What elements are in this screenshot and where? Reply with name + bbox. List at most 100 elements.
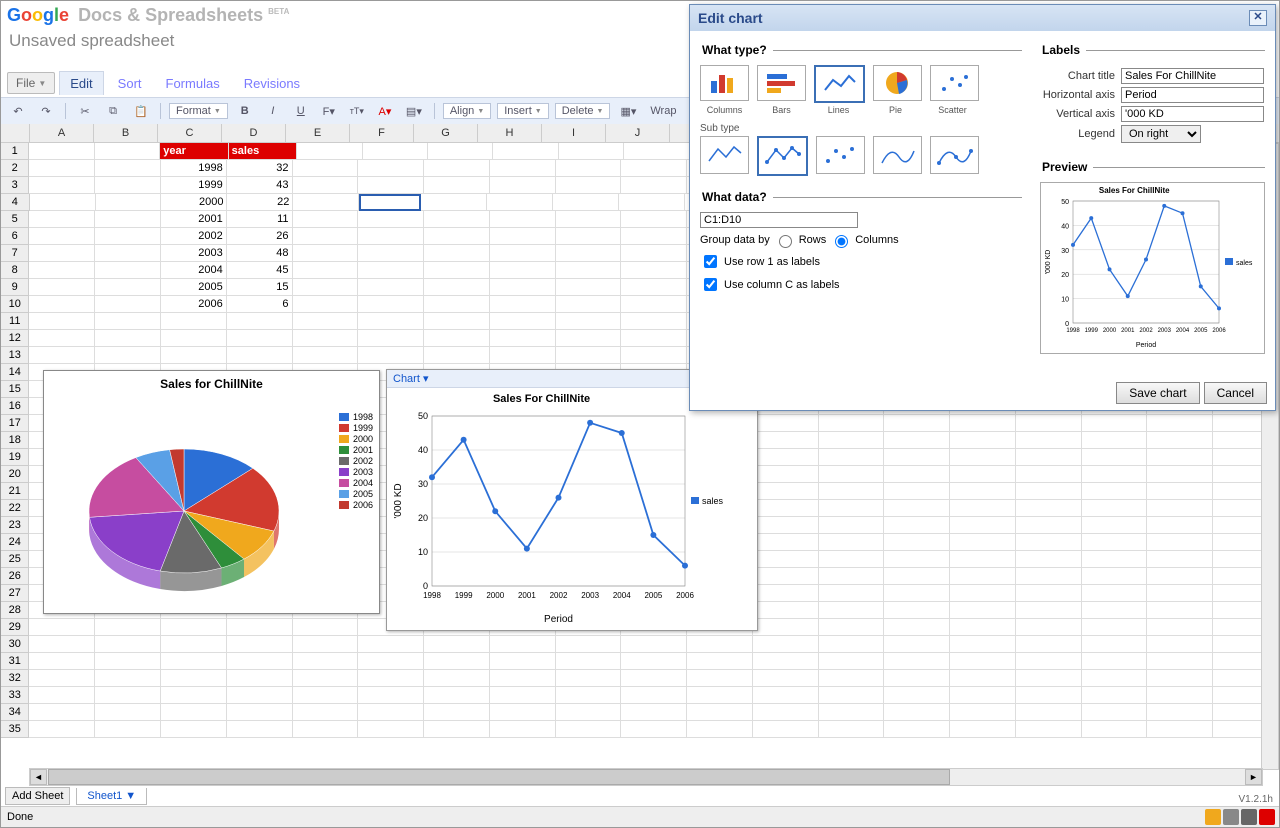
cell[interactable] — [621, 296, 687, 313]
cell[interactable] — [687, 670, 753, 687]
cell[interactable] — [1016, 517, 1082, 534]
cell[interactable] — [556, 296, 622, 313]
cell[interactable] — [884, 619, 950, 636]
cell[interactable] — [227, 653, 293, 670]
cell[interactable]: 1998 — [161, 160, 227, 177]
cell[interactable] — [950, 449, 1016, 466]
scroll-left-icon[interactable]: ◄ — [30, 769, 47, 785]
row-header[interactable]: 27 — [1, 585, 29, 602]
cell[interactable] — [161, 721, 227, 738]
cell[interactable] — [421, 194, 487, 211]
cell[interactable] — [293, 296, 359, 313]
col-header[interactable]: G — [414, 124, 478, 142]
cell[interactable] — [753, 653, 819, 670]
cell[interactable] — [293, 619, 359, 636]
cell[interactable] — [1082, 432, 1148, 449]
cell[interactable] — [1016, 483, 1082, 500]
cell[interactable] — [1016, 704, 1082, 721]
row-header[interactable]: 26 — [1, 568, 29, 585]
cell[interactable] — [358, 704, 424, 721]
cell[interactable] — [556, 177, 622, 194]
col-header[interactable]: A — [30, 124, 94, 142]
cell[interactable] — [95, 619, 161, 636]
cell[interactable] — [424, 211, 490, 228]
row-header[interactable]: 29 — [1, 619, 29, 636]
cell[interactable] — [556, 245, 622, 262]
cell[interactable] — [424, 636, 490, 653]
subtype-3[interactable] — [816, 136, 865, 174]
borders-icon[interactable]: ▦▾ — [616, 104, 640, 119]
cell[interactable] — [424, 279, 490, 296]
cell[interactable] — [950, 653, 1016, 670]
cell[interactable] — [293, 245, 359, 262]
cell[interactable] — [884, 551, 950, 568]
cell[interactable] — [428, 143, 493, 160]
cell[interactable] — [161, 347, 227, 364]
cell[interactable] — [161, 636, 227, 653]
cell[interactable] — [753, 687, 819, 704]
cell[interactable] — [884, 483, 950, 500]
cell[interactable] — [490, 160, 556, 177]
textcolor-icon[interactable]: A▾ — [374, 104, 396, 119]
row-header[interactable]: 10 — [1, 296, 29, 313]
cell[interactable] — [490, 177, 556, 194]
cell[interactable] — [621, 653, 687, 670]
cell[interactable] — [687, 704, 753, 721]
cell[interactable] — [95, 177, 161, 194]
delete-dropdown[interactable]: Delete▼ — [555, 103, 611, 119]
row-header[interactable]: 33 — [1, 687, 29, 704]
tab-revisions[interactable]: Revisions — [234, 72, 310, 95]
cell[interactable] — [884, 466, 950, 483]
cell[interactable] — [621, 228, 687, 245]
fontsize-icon[interactable]: тT▾ — [346, 105, 368, 118]
row-header[interactable]: 14 — [1, 364, 29, 381]
cell[interactable]: 2005 — [161, 279, 227, 296]
cell[interactable] — [490, 687, 556, 704]
cell[interactable]: 11 — [227, 211, 293, 228]
cell[interactable] — [950, 568, 1016, 585]
cell[interactable] — [293, 177, 359, 194]
paste-icon[interactable]: 📋 — [130, 104, 152, 119]
add-sheet-button[interactable]: Add Sheet — [5, 787, 70, 805]
cell[interactable] — [819, 636, 885, 653]
cell[interactable] — [358, 330, 424, 347]
cell[interactable] — [621, 636, 687, 653]
cell[interactable] — [753, 721, 819, 738]
cell[interactable] — [1147, 670, 1213, 687]
col-header[interactable]: D — [222, 124, 286, 142]
cell[interactable]: 2004 — [161, 262, 227, 279]
row-header[interactable]: 9 — [1, 279, 29, 296]
subtype-5[interactable] — [930, 136, 979, 174]
cell[interactable] — [490, 704, 556, 721]
cell[interactable] — [29, 211, 95, 228]
scroll-thumb[interactable] — [48, 769, 950, 785]
cell[interactable] — [1016, 466, 1082, 483]
cell[interactable] — [619, 194, 685, 211]
cell[interactable] — [424, 228, 490, 245]
cut-icon[interactable]: ✂ — [74, 104, 96, 119]
horizontal-scrollbar[interactable]: ◄ ► — [29, 768, 1263, 786]
row-header[interactable]: 6 — [1, 228, 29, 245]
subtype-4[interactable] — [873, 136, 922, 174]
cell[interactable] — [950, 670, 1016, 687]
cell[interactable] — [161, 313, 227, 330]
type-scatter[interactable] — [930, 65, 979, 101]
cell[interactable] — [293, 687, 359, 704]
cell[interactable] — [753, 500, 819, 517]
cell[interactable] — [1147, 551, 1213, 568]
cell[interactable] — [424, 653, 490, 670]
cell[interactable] — [950, 432, 1016, 449]
cell[interactable] — [624, 143, 689, 160]
cell[interactable] — [753, 670, 819, 687]
cell[interactable] — [95, 670, 161, 687]
cell[interactable] — [1147, 568, 1213, 585]
cell[interactable] — [621, 279, 687, 296]
cell[interactable] — [297, 143, 362, 160]
cell[interactable] — [490, 228, 556, 245]
cell[interactable]: 2002 — [161, 228, 227, 245]
cell[interactable] — [293, 721, 359, 738]
cell[interactable] — [293, 653, 359, 670]
cell[interactable] — [1082, 500, 1148, 517]
vaxis-input[interactable] — [1121, 106, 1264, 122]
cell[interactable] — [884, 500, 950, 517]
